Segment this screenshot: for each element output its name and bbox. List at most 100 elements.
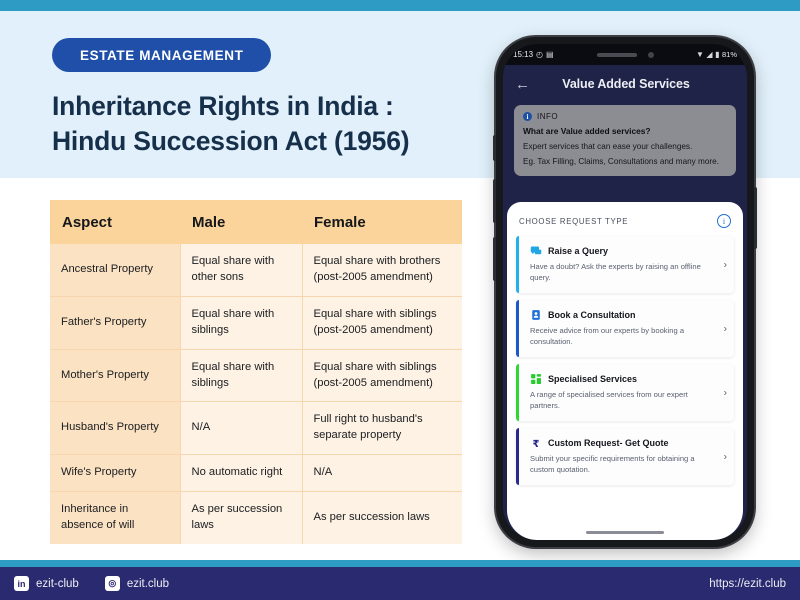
chevron-right-icon: › xyxy=(723,451,727,462)
request-type-sheet: CHOOSE REQUEST TYPE i Raise a Query Have… xyxy=(507,202,743,540)
status-time: 15:13 xyxy=(513,50,534,59)
footer-accent-bar xyxy=(0,560,800,567)
chat-icon xyxy=(530,246,542,255)
info-card: i INFO What are Value added services? Ex… xyxy=(514,105,736,177)
chevron-right-icon: › xyxy=(723,259,727,270)
page-title-line-2: Hindu Succession Act (1956) xyxy=(52,126,410,157)
option-title-row: Book a Consultation xyxy=(530,309,712,321)
instagram-handle: ezit.club xyxy=(126,577,170,590)
cell-female: As per succession laws xyxy=(302,491,462,544)
sim-icon: ▤ xyxy=(546,49,554,59)
social-linkedin[interactable]: in ezit-club xyxy=(14,576,79,591)
clock-icon: ◴ xyxy=(536,49,544,59)
info-card-header: i INFO xyxy=(523,112,727,121)
front-camera-icon xyxy=(647,51,654,58)
option-specialised-services[interactable]: Specialised Services A range of speciali… xyxy=(516,364,734,421)
info-icon: i xyxy=(523,112,532,121)
signal-icon: ◢ xyxy=(706,49,713,59)
option-description: Have a doubt? Ask the experts by raising… xyxy=(530,262,701,282)
option-description: Receive advice from our experts by booki… xyxy=(530,326,685,346)
grid-icon xyxy=(531,374,541,384)
social-instagram[interactable]: ◎ ezit.club xyxy=(104,576,170,591)
inheritance-rights-table: Aspect Male Female Ancestral Property Eq… xyxy=(50,200,462,544)
table-body: Ancestral Property Equal share with othe… xyxy=(50,244,462,544)
phone-volume-down-button xyxy=(493,237,496,281)
cell-aspect: Wife's Property xyxy=(50,454,181,493)
slide-root: ESTATE MANAGEMENT Inheritance Rights in … xyxy=(0,0,800,600)
cell-female: N/A xyxy=(302,454,462,493)
cell-female: Full right to husband's separate propert… xyxy=(302,401,462,456)
option-custom-request-get-quote[interactable]: ₹ Custom Request- Get Quote Submit your … xyxy=(516,428,734,485)
linkedin-icon: in xyxy=(14,576,29,591)
phone-screen: 15:13 ◴ ▤ ▼ ◢ ▮ 81% ← Value Added Servic… xyxy=(503,44,747,540)
phone-power-button xyxy=(754,187,757,249)
option-stripe xyxy=(516,364,519,421)
option-description: Submit your specific requirements for ob… xyxy=(530,454,695,474)
info-label: INFO xyxy=(537,112,559,121)
page-title: Inheritance Rights in India : Hindu Succ… xyxy=(52,89,482,159)
option-title-row: Specialised Services xyxy=(530,373,712,385)
inheritance-rights-table-wrap: Aspect Male Female Ancestral Property Eq… xyxy=(50,200,462,544)
phone-volume-up-button xyxy=(493,179,496,223)
earpiece-speaker xyxy=(596,52,637,57)
option-description: A range of specialised services from our… xyxy=(530,390,688,410)
status-bar-left: 15:13 ◴ ▤ xyxy=(503,50,554,59)
cell-male: Equal share with siblings xyxy=(180,349,303,403)
column-header-female: Female xyxy=(302,200,462,244)
column-header-male: Male xyxy=(180,200,302,244)
info-line-1: Expert services that can ease your chall… xyxy=(523,142,693,151)
table-row: Husband's Property N/A Full right to hus… xyxy=(50,401,462,456)
option-title: Raise a Query xyxy=(548,246,609,256)
app-header: ← Value Added Services xyxy=(503,65,747,103)
cell-male: N/A xyxy=(180,401,303,456)
info-line-2: Eg. Tax Filling, Claims, Consultations a… xyxy=(523,157,719,167)
phone-frame: 15:13 ◴ ▤ ▼ ◢ ▮ 81% ← Value Added Servic… xyxy=(493,37,757,547)
phone-notch xyxy=(577,44,673,65)
cell-female: Equal share with siblings (post-2005 ame… xyxy=(302,296,462,350)
rupee-icon: ₹ xyxy=(533,439,540,449)
option-stripe xyxy=(516,236,519,293)
info-circle-icon[interactable]: i xyxy=(717,214,731,228)
option-stripe xyxy=(516,300,519,357)
table-row: Ancestral Property Equal share with othe… xyxy=(50,244,462,297)
battery-percent: 81% xyxy=(721,50,737,59)
sheet-header: CHOOSE REQUEST TYPE i xyxy=(519,214,731,228)
cell-female: Equal share with siblings (post-2005 ame… xyxy=(302,349,462,403)
status-bar-right: ▼ ◢ ▮ 81% xyxy=(696,50,747,59)
option-title-row: Raise a Query xyxy=(530,245,712,257)
chevron-right-icon: › xyxy=(723,323,727,334)
table-header-row: Aspect Male Female xyxy=(50,200,462,244)
cell-male: Equal share with other sons xyxy=(180,244,303,297)
option-raise-a-query[interactable]: Raise a Query Have a doubt? Ask the expe… xyxy=(516,236,734,293)
option-book-a-consultation[interactable]: Book a Consultation Receive advice from … xyxy=(516,300,734,357)
category-badge: ESTATE MANAGEMENT xyxy=(52,38,272,72)
sheet-heading: CHOOSE REQUEST TYPE xyxy=(519,216,629,226)
app-screen-title: Value Added Services xyxy=(562,77,690,91)
table-row: Father's Property Equal share with sibli… xyxy=(50,296,462,350)
instagram-icon: ◎ xyxy=(104,576,120,591)
chevron-right-icon: › xyxy=(723,387,727,398)
phone-mockup: 15:13 ◴ ▤ ▼ ◢ ▮ 81% ← Value Added Servic… xyxy=(493,37,757,547)
page-title-line-1: Inheritance Rights in India : xyxy=(52,91,394,121)
cell-male: No automatic right xyxy=(180,454,303,493)
cell-male: As per succession laws xyxy=(180,491,303,544)
table-row: Wife's Property No automatic right N/A xyxy=(50,454,462,493)
cell-female: Equal share with brothers (post-2005 ame… xyxy=(302,244,462,297)
table-head: Aspect Male Female xyxy=(50,200,462,244)
app-body: ← Value Added Services i INFO What are V… xyxy=(503,65,747,540)
option-title-row: ₹ Custom Request- Get Quote xyxy=(530,437,712,449)
cell-male: Equal share with siblings xyxy=(180,296,303,350)
cell-aspect: Husband's Property xyxy=(50,401,181,456)
battery-icon: ▮ xyxy=(715,49,720,59)
back-arrow-icon[interactable]: ← xyxy=(515,77,533,92)
info-question: What are Value added services? xyxy=(523,126,651,136)
column-header-aspect: Aspect xyxy=(50,200,180,244)
option-title: Book a Consultation xyxy=(548,310,636,320)
linkedin-handle: ezit-club xyxy=(36,577,79,590)
table-row: Inheritance in absence of will As per su… xyxy=(50,491,462,544)
phone-silent-switch xyxy=(493,135,496,161)
svg-text:₹: ₹ xyxy=(533,439,540,449)
footer-website-url[interactable]: https://ezit.club xyxy=(709,578,786,590)
cell-aspect: Father's Property xyxy=(50,296,181,350)
option-title: Custom Request- Get Quote xyxy=(548,438,669,448)
